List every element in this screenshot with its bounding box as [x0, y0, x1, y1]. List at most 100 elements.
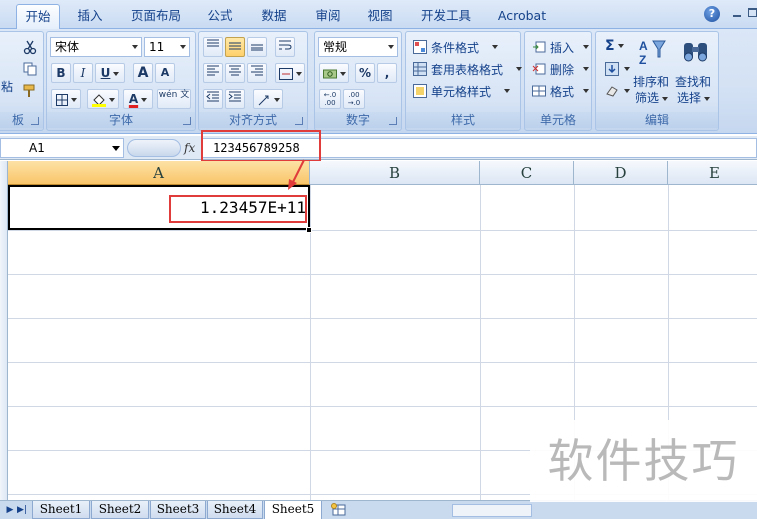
grid-line	[8, 318, 757, 319]
group-font: 宋体 11 B I U A A A wén 文 字体	[46, 31, 196, 131]
font-color-button[interactable]: A	[123, 89, 153, 109]
fill-color-button[interactable]	[87, 89, 119, 109]
delete-cells-button[interactable]: 删除	[529, 58, 589, 78]
autosum-button[interactable]: Σ	[600, 36, 630, 56]
increase-indent-button[interactable]	[225, 89, 245, 109]
column-header-e[interactable]: E	[668, 161, 757, 185]
tab-acrobat[interactable]: Acrobat	[490, 4, 554, 29]
last-sheet-icon[interactable]: ▶|	[16, 503, 28, 517]
number-format-select[interactable]: 常规	[318, 37, 398, 57]
minimize-icon[interactable]	[731, 6, 743, 20]
fill-button[interactable]	[600, 58, 630, 78]
align-left-icon	[207, 65, 219, 76]
align-top-icon	[207, 39, 219, 47]
group-label-editing: 编辑	[596, 112, 718, 128]
horizontal-scrollbar[interactable]	[452, 504, 532, 517]
italic-button[interactable]: I	[73, 63, 93, 83]
cut-icon[interactable]	[21, 38, 37, 55]
group-cells: 插入 删除 格式 单元格	[524, 31, 592, 131]
number-launcher-icon[interactable]	[389, 117, 397, 125]
decrease-indent-button[interactable]	[203, 89, 223, 109]
align-middle-icon	[229, 42, 241, 50]
percent-style-button[interactable]: %	[355, 63, 375, 83]
format-as-table-button[interactable]: 套用表格格式	[410, 58, 522, 78]
align-right-icon	[251, 65, 263, 76]
font-size-select[interactable]: 11	[144, 37, 190, 57]
underline-button[interactable]: U	[95, 63, 125, 83]
name-box[interactable]: A1	[0, 138, 124, 158]
sheet-tab-1[interactable]: Sheet1	[32, 501, 90, 519]
grow-font-button[interactable]: A	[133, 63, 153, 83]
restore-icon[interactable]	[748, 8, 757, 17]
accounting-format-button[interactable]	[319, 63, 349, 83]
grid-line	[8, 230, 757, 231]
phonetic-guide-button[interactable]: wén 文	[157, 89, 191, 109]
align-bottom-button[interactable]	[247, 37, 267, 57]
sheet-tab-bar: ▶ ▶| Sheet1 Sheet2 Sheet3 Sheet4 Sheet5	[0, 500, 757, 519]
comma-style-button[interactable]: ,	[377, 63, 397, 83]
group-clipboard: 粘 板	[0, 31, 44, 131]
tab-insert[interactable]: 插入	[68, 4, 112, 29]
font-launcher-icon[interactable]	[183, 117, 191, 125]
sort-filter-button[interactable]: AZ 排序和 筛选	[632, 36, 672, 105]
tab-formulas[interactable]: 公式	[198, 4, 242, 29]
align-center-button[interactable]	[225, 63, 245, 83]
increase-indent-icon	[228, 91, 241, 102]
alignment-launcher-icon[interactable]	[295, 117, 303, 125]
sheet-tab-5[interactable]: Sheet5	[264, 501, 322, 519]
bold-button[interactable]: B	[51, 63, 71, 83]
grid-line	[8, 362, 757, 363]
tab-data[interactable]: 数据	[252, 4, 296, 29]
decrease-decimal-button[interactable]: .00 →.0	[343, 89, 365, 109]
merge-center-button[interactable]	[275, 63, 305, 83]
column-header-c[interactable]: C	[480, 161, 574, 185]
copy-icon[interactable]	[21, 60, 37, 76]
conditional-formatting-button[interactable]: 条件格式	[410, 36, 518, 56]
sort-filter-label-1: 排序和	[633, 75, 670, 89]
font-name-select[interactable]: 宋体	[50, 37, 142, 57]
find-select-label-2: 选择	[677, 89, 711, 106]
row-header-strip	[0, 161, 8, 500]
format-painter-icon[interactable]	[21, 82, 37, 98]
formula-bar-splitter[interactable]	[127, 139, 181, 157]
align-left-button[interactable]	[203, 63, 223, 83]
fill-handle[interactable]	[306, 227, 312, 233]
help-icon[interactable]: ?	[704, 6, 720, 22]
shrink-font-button[interactable]: A	[155, 63, 175, 83]
wrap-text-icon	[279, 40, 292, 50]
column-header-d[interactable]: D	[574, 161, 668, 185]
clipboard-launcher-icon[interactable]	[31, 117, 39, 125]
insert-function-icon[interactable]: fx	[184, 139, 200, 157]
tab-page-layout[interactable]: 页面布局	[122, 4, 190, 29]
sheet-tab-4[interactable]: Sheet4	[207, 501, 263, 519]
align-right-button[interactable]	[247, 63, 267, 83]
insert-cells-button[interactable]: 插入	[529, 36, 589, 56]
align-top-button[interactable]	[203, 37, 223, 57]
svg-text:A: A	[639, 39, 648, 53]
column-header-a[interactable]: A	[8, 161, 310, 185]
clear-button[interactable]	[600, 80, 630, 100]
tab-developer[interactable]: 开发工具	[412, 4, 480, 29]
borders-button[interactable]	[51, 89, 81, 109]
orientation-button[interactable]	[253, 89, 283, 109]
sheet-tab-2[interactable]: Sheet2	[91, 501, 149, 519]
column-header-b[interactable]: B	[310, 161, 480, 185]
insert-cells-icon	[533, 41, 546, 53]
delete-cells-label: 删除	[550, 63, 575, 77]
grid-line	[8, 406, 757, 407]
insert-cells-label: 插入	[550, 41, 575, 55]
sheet-tab-3[interactable]: Sheet3	[150, 501, 206, 519]
cell-styles-button[interactable]: 单元格样式	[410, 80, 518, 100]
align-middle-button[interactable]	[225, 37, 245, 57]
increase-decimal-button[interactable]: ←.0 .00	[319, 89, 341, 109]
paste-button-label[interactable]: 粘	[1, 78, 13, 95]
tab-view[interactable]: 视图	[358, 4, 402, 29]
tab-review[interactable]: 审阅	[306, 4, 350, 29]
tab-home[interactable]: 开始	[16, 4, 60, 30]
format-cells-button[interactable]: 格式	[529, 80, 589, 100]
format-cells-icon	[532, 85, 546, 97]
insert-sheet-icon[interactable]	[330, 503, 348, 517]
find-select-button[interactable]: 查找和 选择	[674, 36, 716, 105]
wrap-text-button[interactable]	[275, 37, 295, 57]
prev-sheet-icon[interactable]: ▶	[4, 503, 16, 517]
